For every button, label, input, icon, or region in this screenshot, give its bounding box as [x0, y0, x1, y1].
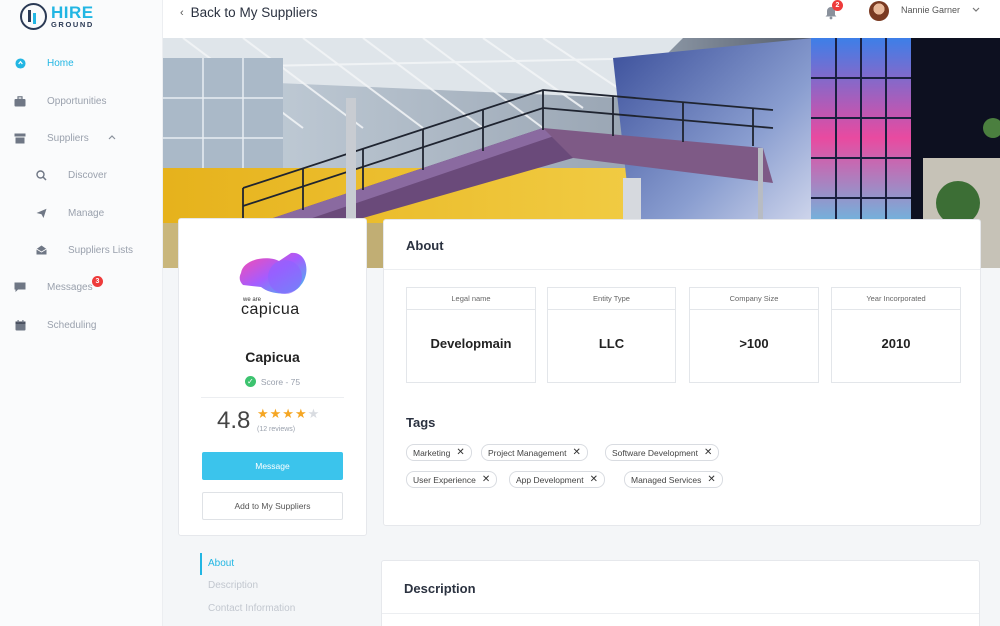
remove-tag-icon[interactable]: ✕ [456, 447, 464, 458]
logo-wordmark: capicua [241, 301, 300, 318]
tag-chip: Marketing ✕ [406, 444, 472, 461]
info-label: Legal name [407, 288, 535, 310]
tag-chip: Managed Services ✕ [624, 471, 723, 488]
inbox-icon [35, 244, 47, 256]
info-value: >100 [739, 336, 769, 351]
logo-mark-icon [20, 3, 47, 30]
avatar[interactable] [869, 1, 889, 21]
logo-line2: GROUND [51, 20, 94, 30]
send-icon [35, 207, 47, 219]
chevron-down-icon[interactable] [972, 5, 980, 15]
section-link-description[interactable]: Description [208, 580, 258, 591]
sidebar-item-scheduling[interactable]: Scheduling [0, 315, 163, 335]
top-bar: ‹ Back to My Suppliers 2 Nannie Garner [163, 0, 1000, 38]
divider [384, 269, 980, 270]
sidebar-item-messages[interactable]: Messages 3 [0, 276, 163, 297]
sidebar-item-label: Suppliers Lists [68, 244, 134, 256]
tag-label: Software Development [612, 447, 698, 458]
chevron-up-icon[interactable] [108, 132, 116, 143]
score-text: Score - 75 [260, 376, 301, 387]
sidebar-item-label: Discover [68, 169, 107, 181]
info-value: Developmain [430, 336, 512, 351]
remove-tag-icon[interactable]: ✕ [572, 447, 580, 458]
info-value: LLC [598, 336, 625, 351]
score-row: ✓ Score - 75 [179, 376, 366, 387]
about-title: About [406, 238, 444, 253]
company-name: Capicua [245, 349, 300, 365]
tag-chip: Software Development ✕ [605, 444, 720, 461]
tag-label: Managed Services [631, 474, 702, 485]
tags-title: Tags [406, 415, 436, 430]
remove-tag-icon[interactable]: ✕ [482, 474, 490, 485]
stars-empty: ★ [307, 406, 321, 421]
messages-badge: 3 [92, 276, 103, 287]
info-entity-type: Entity Type LLC [547, 287, 676, 383]
info-company-size: Company Size >100 [689, 287, 819, 383]
capicua-logo-icon [239, 252, 307, 294]
info-value: 2010 [881, 336, 911, 351]
remove-tag-icon[interactable]: ✕ [704, 447, 712, 458]
divider [201, 397, 344, 398]
chevron-left-icon: ‹ [180, 6, 184, 19]
tag-label: App Development [516, 474, 584, 485]
info-year-incorporated: Year Incorporated 2010 [831, 287, 961, 383]
tag-chip: App Development ✕ [509, 471, 605, 488]
hireground-logo[interactable]: HIRE GROUND [20, 3, 94, 30]
add-to-my-suppliers-button[interactable]: Add to My Suppliers [202, 492, 343, 520]
chat-icon [14, 281, 26, 293]
description-title: Description [404, 581, 476, 596]
sidebar-item-opportunities[interactable]: Opportunities [0, 91, 163, 111]
tag-label: User Experience [413, 474, 476, 485]
suppliers-icon [14, 132, 26, 144]
sidebar-item-label: Home [47, 57, 74, 69]
remove-tag-icon[interactable]: ✕ [707, 474, 715, 485]
calendar-icon [14, 319, 26, 331]
company-logo: we are capicua [237, 251, 313, 321]
info-label: Company Size [690, 288, 818, 310]
description-card: Description [381, 560, 980, 626]
notification-bell[interactable]: 2 [824, 0, 843, 21]
sidebar: HIRE GROUND Home Opportunities Suppliers… [0, 0, 163, 626]
back-link[interactable]: ‹ Back to My Suppliers [180, 5, 317, 20]
back-label: Back to My Suppliers [190, 5, 318, 20]
notification-badge: 2 [832, 0, 843, 11]
review-count[interactable]: (12 reviews) [257, 426, 295, 433]
info-legal-name: Legal name Developmain [406, 287, 536, 383]
tag-label: Marketing [413, 447, 451, 458]
sidebar-item-label: Scheduling [47, 319, 97, 331]
info-label: Entity Type [548, 288, 675, 310]
briefcase-icon [14, 95, 26, 107]
divider [382, 613, 979, 614]
stars-filled: ★★★★ [257, 406, 308, 421]
about-card: About Legal name Developmain Entity Type… [383, 219, 981, 526]
remove-tag-icon[interactable]: ✕ [590, 474, 598, 485]
check-circle-icon: ✓ [244, 376, 256, 387]
tag-chip: User Experience ✕ [406, 471, 498, 488]
home-icon [14, 57, 26, 69]
sidebar-item-label: Messages [47, 281, 93, 293]
logo-line1: HIRE [51, 3, 94, 23]
sidebar-item-label: Manage [68, 207, 105, 219]
tag-chip: Project Management ✕ [481, 444, 588, 461]
message-button[interactable]: Message [202, 452, 343, 480]
tag-label: Project Management [488, 447, 567, 458]
sidebar-item-discover[interactable]: Discover [0, 165, 163, 185]
sidebar-item-manage[interactable]: Manage [0, 203, 163, 223]
user-name[interactable]: Nannie Garner [901, 5, 960, 15]
sidebar-item-home[interactable]: Home [0, 53, 163, 73]
rating-value: 4.8 [217, 407, 251, 434]
active-indicator [200, 553, 202, 575]
sidebar-item-label: Suppliers [47, 132, 89, 144]
supplier-profile-card: we are capicua Capicua ✓ Score - 75 4.8 … [178, 218, 367, 536]
sidebar-item-suppliers[interactable]: Suppliers [0, 128, 163, 148]
sidebar-item-label: Opportunities [47, 95, 107, 107]
search-icon [35, 169, 47, 181]
sidebar-item-suppliers-lists[interactable]: Suppliers Lists [0, 240, 163, 260]
section-link-contact-information[interactable]: Contact Information [208, 603, 295, 614]
star-rating: ★★★★★ [257, 406, 320, 422]
section-link-about[interactable]: About [208, 558, 234, 569]
info-label: Year Incorporated [832, 288, 960, 310]
